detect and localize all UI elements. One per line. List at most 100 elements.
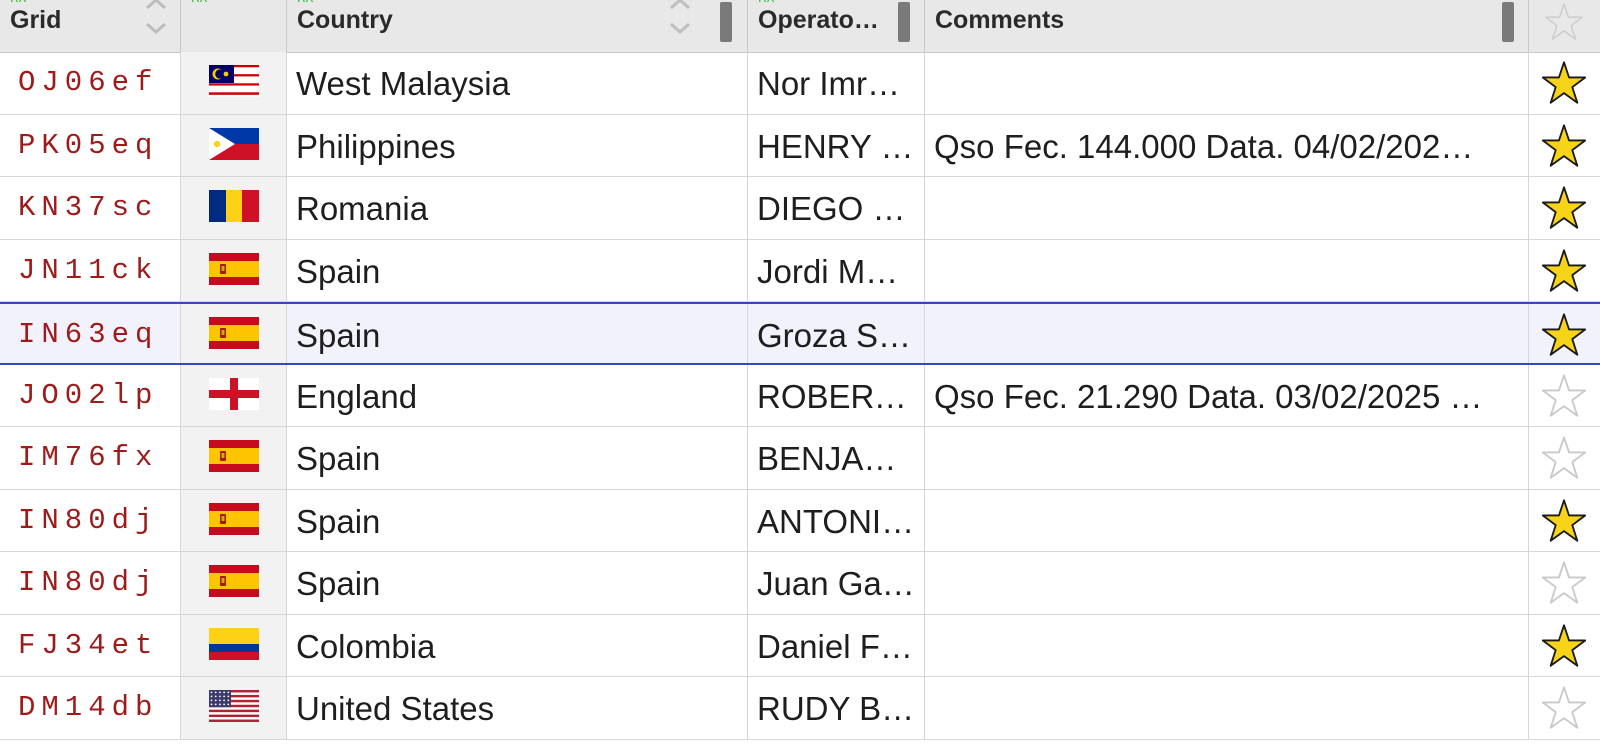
table-row[interactable]: JN11ck Spain Jordi M… [0, 239, 1600, 302]
flag-cell[interactable] [181, 677, 287, 739]
grid-locator-cell[interactable]: IM76fx [0, 427, 181, 489]
comments-cell[interactable] [925, 177, 1529, 239]
flag-cell[interactable] [181, 614, 287, 676]
star-filled-icon[interactable] [1541, 123, 1587, 169]
operator-cell[interactable]: DIEGO G… [748, 177, 925, 239]
flag-cell[interactable] [181, 177, 287, 239]
star-outline-icon[interactable] [1541, 435, 1587, 481]
favorite-cell[interactable] [1529, 615, 1600, 677]
grid-locator-cell[interactable]: IN80dj [0, 552, 181, 614]
star-filled-icon[interactable] [1541, 248, 1587, 294]
operator-cell[interactable]: Groza Si… [748, 304, 925, 363]
flag-cell[interactable] [181, 114, 287, 176]
star-filled-icon[interactable] [1541, 60, 1587, 106]
flag-cell[interactable] [181, 239, 287, 301]
operator-cell[interactable]: RUDY B … [748, 677, 925, 739]
sort-arrows-icon[interactable] [668, 0, 692, 44]
comments-cell[interactable] [925, 52, 1529, 114]
sort-arrows-icon[interactable] [144, 0, 168, 44]
flag-cell[interactable] [181, 364, 287, 426]
comments-cell[interactable] [925, 677, 1529, 739]
star-filled-icon[interactable] [1541, 623, 1587, 669]
column-header-country[interactable]: RX Country [287, 0, 748, 52]
favorite-cell[interactable] [1529, 677, 1600, 739]
grid-locator-cell[interactable]: IN80dj [0, 489, 181, 551]
favorite-cell[interactable] [1529, 304, 1600, 363]
operator-cell[interactable]: Jordi M… [748, 239, 925, 301]
country-cell[interactable]: Spain [287, 304, 748, 363]
comments-cell[interactable] [925, 304, 1529, 363]
grid-locator-cell[interactable]: DM14db [0, 677, 181, 739]
column-header-operator[interactable]: RX Operato… [748, 0, 925, 52]
operator-cell[interactable]: BENJA… [748, 427, 925, 489]
table-row[interactable]: IM76fx Spain BENJA… [0, 427, 1600, 490]
grid-locator-cell[interactable]: FJ34et [0, 614, 181, 676]
comments-cell[interactable] [925, 239, 1529, 301]
column-header-flag[interactable]: RX [181, 0, 287, 52]
operator-cell[interactable]: Daniel F … [748, 614, 925, 676]
table-row[interactable]: OJ06ef West Malaysia Nor Imr… [0, 52, 1600, 115]
comments-cell[interactable] [925, 614, 1529, 676]
operator-cell[interactable]: ROBERT… [748, 364, 925, 426]
column-resize-handle[interactable] [720, 2, 732, 42]
grid-locator-cell[interactable]: KN37sc [0, 177, 181, 239]
comments-cell[interactable] [925, 552, 1529, 614]
column-resize-handle[interactable] [1502, 2, 1514, 42]
country-cell[interactable]: Spain [287, 489, 748, 551]
flag-cell[interactable] [181, 552, 287, 614]
table-row[interactable]: IN80dj Spain ANTONI… [0, 489, 1600, 552]
grid-locator-cell[interactable]: IN63eq [0, 304, 181, 363]
column-header-favorite[interactable] [1529, 0, 1600, 52]
star-filled-icon[interactable] [1541, 498, 1587, 544]
favorite-cell[interactable] [1529, 240, 1600, 302]
column-header-comments[interactable]: Comments [925, 0, 1529, 52]
column-resize-handle[interactable] [898, 2, 910, 42]
flag-cell[interactable] [181, 489, 287, 551]
favorite-cell[interactable] [1529, 427, 1600, 489]
favorite-cell[interactable] [1529, 52, 1600, 114]
star-outline-icon[interactable] [1541, 373, 1587, 419]
table-row[interactable]: PK05eq Philippines HENRY … Qso Fec. 144.… [0, 114, 1600, 177]
favorite-cell[interactable] [1529, 490, 1600, 552]
table-row[interactable]: FJ34et Colombia Daniel F … [0, 614, 1600, 677]
flag-cell[interactable] [181, 304, 287, 363]
flag-cell[interactable] [181, 427, 287, 489]
operator-cell[interactable]: Nor Imr… [748, 52, 925, 114]
table-row[interactable]: JO02lp England ROBERT… Qso Fec. 21.290 D… [0, 364, 1600, 427]
comments-cell[interactable] [925, 427, 1529, 489]
star-outline-icon[interactable] [1544, 2, 1584, 42]
table-row[interactable]: KN37sc Romania DIEGO G… [0, 177, 1600, 240]
country-cell[interactable]: England [287, 364, 748, 426]
operator-cell[interactable]: Juan Ga… [748, 552, 925, 614]
operator-cell[interactable]: HENRY … [748, 114, 925, 176]
operator-cell[interactable]: ANTONI… [748, 489, 925, 551]
star-filled-icon[interactable] [1541, 185, 1587, 231]
star-filled-icon[interactable] [1541, 312, 1587, 358]
favorite-cell[interactable] [1529, 177, 1600, 239]
country-cell[interactable]: Spain [287, 552, 748, 614]
flag-cell[interactable] [181, 52, 287, 114]
country-cell[interactable]: Philippines [287, 114, 748, 176]
country-cell[interactable]: Colombia [287, 614, 748, 676]
column-header-grid[interactable]: RX Grid [0, 0, 181, 52]
country-cell[interactable]: Spain [287, 239, 748, 301]
grid-locator-cell[interactable]: OJ06ef [0, 52, 181, 114]
country-cell[interactable]: Spain [287, 427, 748, 489]
country-cell[interactable]: West Malaysia [287, 52, 748, 114]
comments-cell[interactable]: Qso Fec. 21.290 Data. 03/02/2025 … [925, 364, 1529, 426]
comments-cell[interactable]: Qso Fec. 144.000 Data. 04/02/202… [925, 114, 1529, 176]
grid-locator-cell[interactable]: PK05eq [0, 114, 181, 176]
star-outline-icon[interactable] [1541, 685, 1587, 731]
country-cell[interactable]: Romania [287, 177, 748, 239]
table-row[interactable]: IN80dj Spain Juan Ga… [0, 552, 1600, 615]
grid-locator-cell[interactable]: JN11ck [0, 239, 181, 301]
comments-cell[interactable] [925, 489, 1529, 551]
favorite-cell[interactable] [1529, 115, 1600, 177]
table-row[interactable]: DM14db United States RUDY B … [0, 677, 1600, 740]
grid-locator-cell[interactable]: JO02lp [0, 364, 181, 426]
table-row-selected[interactable]: IN63eq Spain Groza Si… [0, 302, 1600, 365]
star-outline-icon[interactable] [1541, 560, 1587, 606]
country-cell[interactable]: United States [287, 677, 748, 739]
favorite-cell[interactable] [1529, 365, 1600, 427]
favorite-cell[interactable] [1529, 552, 1600, 614]
